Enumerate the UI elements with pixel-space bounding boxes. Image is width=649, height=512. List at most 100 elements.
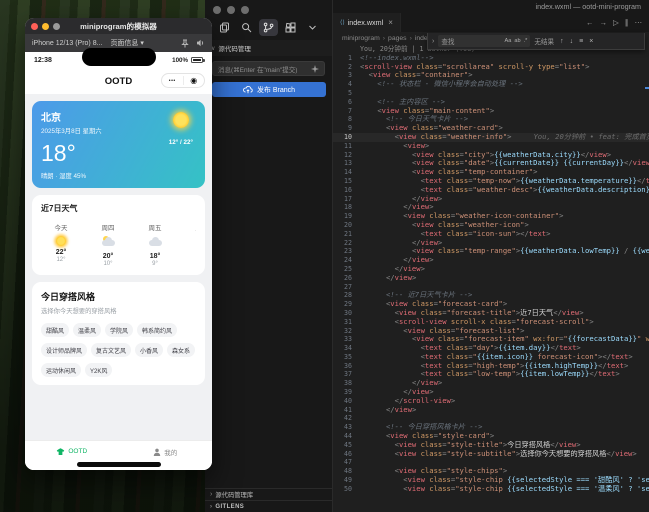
whole-word-icon[interactable]: ab — [514, 38, 520, 44]
find-input[interactable]: 查找 Aa ab .* — [438, 35, 531, 47]
code-line[interactable]: 17 </view> — [333, 195, 649, 204]
style-chip[interactable]: Y2K风 — [85, 363, 113, 377]
code-line[interactable]: 42 — [333, 414, 649, 423]
code-line[interactable]: 16 <text class="weather-desc">{{weatherD… — [333, 186, 649, 195]
code-line[interactable]: 31 <scroll-view scroll-x class="forecast… — [333, 318, 649, 327]
find-in-selection-icon[interactable]: ≡ — [579, 38, 583, 45]
close-find-icon[interactable]: × — [589, 38, 593, 45]
scm-section-header[interactable]: ∨ 源代码管理 — [205, 40, 332, 56]
code-line[interactable]: 20 <view class="weather-icon"> — [333, 221, 649, 230]
code-line[interactable]: 25 </view> — [333, 265, 649, 274]
code-line[interactable]: 38 </view> — [333, 379, 649, 388]
code-line[interactable]: 32 <view class="forecast-list"> — [333, 327, 649, 336]
code-line[interactable]: 13 <view class="date">{{currentDate}} {{… — [333, 159, 649, 168]
commit-message-input[interactable]: 消息(⌘Enter 在"main"提交) — [212, 61, 325, 76]
code-line[interactable]: 45 <view class="style-title">今日穿搭风格</vie… — [333, 441, 649, 450]
code-line[interactable]: 9 <view class="weather-card"> — [333, 124, 649, 133]
minimize-window-icon[interactable] — [227, 6, 235, 14]
code-line[interactable]: 34 <text class="day">{{item.day}}</text> — [333, 344, 649, 353]
source-control-icon[interactable] — [259, 19, 278, 36]
code-line[interactable]: 21 <text class="icon-sun"></text> — [333, 230, 649, 239]
zoom-window-icon[interactable] — [241, 6, 249, 14]
code-line[interactable]: 46 <view class="style-subtitle">选择你今天想要的… — [333, 450, 649, 459]
style-chip[interactable]: 复古文艺风 — [91, 343, 132, 357]
code-line[interactable]: 19 <view class="weather-icon-container"> — [333, 212, 649, 221]
code-line[interactable]: 14 <view class="temp-container"> — [333, 168, 649, 177]
code-line[interactable]: 10 <view class="weather-info"> You, 20分钟前… — [333, 132, 649, 142]
search-icon[interactable] — [237, 19, 256, 36]
style-chip[interactable]: 韩系简约风 — [137, 323, 178, 337]
style-chip[interactable]: 温柔风 — [73, 323, 102, 337]
previous-match-icon[interactable]: ↑ — [560, 38, 564, 45]
code-line[interactable]: 23 <view class="temp-range">{{weatherDat… — [333, 247, 649, 256]
code-line[interactable]: 5 — [333, 89, 649, 98]
style-chip[interactable]: 森女系 — [167, 343, 196, 357]
ai-sparkle-icon[interactable] — [311, 64, 319, 73]
code-line[interactable]: 36 <text class="high-temp">{{item.highTe… — [333, 362, 649, 371]
code-line[interactable]: 29 <view class="forecast-card"> — [333, 300, 649, 309]
code-line[interactable]: 33 <view class="forecast-item" wx:for="{… — [333, 335, 649, 344]
code-line[interactable]: 35 <text class="{{item.icon}} forecast-i… — [333, 353, 649, 362]
code-line[interactable]: 2 <scroll-view class="scrollarea" scroll-… — [333, 63, 649, 72]
code-line[interactable]: 3 <view class="container"> — [333, 71, 649, 80]
style-chip[interactable]: 学院风 — [105, 323, 134, 337]
regex-icon[interactable]: .* — [524, 38, 528, 44]
code-line[interactable]: 47 — [333, 458, 649, 467]
nav-back-icon[interactable]: ← — [586, 18, 594, 27]
page-info-dropdown[interactable]: 页面信息 ▾ — [110, 38, 143, 48]
minimize-target-icon[interactable]: ◉ — [184, 76, 205, 85]
style-chip[interactable]: 设计师品牌风 — [41, 343, 88, 357]
nav-forward-icon[interactable]: → — [599, 18, 607, 27]
code-line[interactable]: 4 <!-- 状态栏 - 微信小程序会自动处理 --> — [333, 80, 649, 89]
code-line[interactable]: 11 <view> — [333, 142, 649, 151]
chevron-down-icon[interactable] — [303, 19, 322, 36]
explorer-icon[interactable] — [215, 19, 234, 36]
close-window-icon[interactable] — [213, 6, 221, 14]
code-line[interactable]: 41 </view> — [333, 406, 649, 415]
style-chip[interactable]: 运动休闲风 — [41, 363, 82, 377]
code-line[interactable]: 27 — [333, 283, 649, 292]
code-line[interactable]: 44 <view class="style-card"> — [333, 432, 649, 441]
window-controls[interactable] — [205, 0, 332, 17]
device-selector[interactable]: iPhone 12/13 (Pro) 8... — [32, 40, 102, 47]
code-line[interactable]: 48 <view class="style-chips"> — [333, 467, 649, 476]
split-editor-icon[interactable]: ∥ — [625, 18, 629, 27]
next-match-icon[interactable]: ↓ — [570, 38, 574, 45]
forecast-row[interactable]: 今天22°12° 周四20°10° 周五18°9° 周六15°8° — [41, 222, 196, 267]
code-line[interactable]: 18 </view> — [333, 203, 649, 212]
toggle-replace-icon[interactable]: › — [432, 38, 434, 45]
run-icon[interactable]: ▷ — [613, 18, 619, 27]
breadcrumb-item[interactable]: miniprogram — [342, 35, 380, 42]
publish-branch-button[interactable]: 发布 Branch — [212, 82, 326, 97]
code-line[interactable]: 49 <view class="style-chip {{selectedSty… — [333, 476, 649, 485]
code-line[interactable]: 30 <view class="forecast-title">近7日天气</v… — [333, 309, 649, 318]
match-case-icon[interactable]: Aa — [505, 38, 512, 44]
code-line[interactable]: 50 <view class="style-chip {{selectedSty… — [333, 485, 649, 494]
code-line[interactable]: 12 <view class="city">{{weatherData.city… — [333, 151, 649, 160]
code-line[interactable]: 28 <!-- 近7日天气卡片 --> — [333, 291, 649, 300]
code-line[interactable]: 7 <view class="main-content"> — [333, 107, 649, 116]
pin-icon[interactable] — [181, 39, 189, 48]
code-line[interactable]: 1 <!--index.wxml--> — [333, 54, 649, 63]
style-chip[interactable]: 甜酷风 — [41, 323, 70, 337]
code-area[interactable]: You, 20分钟前 | 1 author (You) 1 <!--index.wx… — [333, 45, 649, 512]
more-actions-icon[interactable]: ⋯ — [635, 18, 643, 27]
code-line[interactable]: 39 </view> — [333, 388, 649, 397]
style-chip[interactable]: 小香风 — [135, 343, 164, 357]
code-line[interactable]: 43 <!-- 今日穿搭风格卡片 --> — [333, 423, 649, 432]
sound-icon[interactable] — [196, 39, 205, 47]
scm-repositories-section[interactable]: › 源代码管理库 — [205, 488, 332, 500]
home-indicator[interactable] — [76, 462, 161, 467]
gitlens-section[interactable]: › GITLENS — [205, 500, 332, 512]
code-line[interactable]: 22 </view> — [333, 239, 649, 248]
close-tab-icon[interactable]: × — [388, 18, 393, 27]
code-line[interactable]: 37 <text class="low-temp">{{item.lowTemp… — [333, 370, 649, 379]
menu-dots-icon[interactable]: ••• — [162, 78, 183, 84]
code-line[interactable]: 26 </view> — [333, 274, 649, 283]
code-line[interactable]: 15 <text class="temp-now">{{weatherData.… — [333, 177, 649, 186]
extensions-icon[interactable] — [281, 19, 300, 36]
code-line[interactable]: 8 <!-- 今日天气卡片 --> — [333, 115, 649, 124]
tab-index-wxml[interactable]: ⟨⟩ index.wxml × — [333, 13, 401, 32]
breadcrumb-item[interactable]: pages — [388, 35, 407, 42]
code-line[interactable]: 40 </scroll-view> — [333, 397, 649, 406]
